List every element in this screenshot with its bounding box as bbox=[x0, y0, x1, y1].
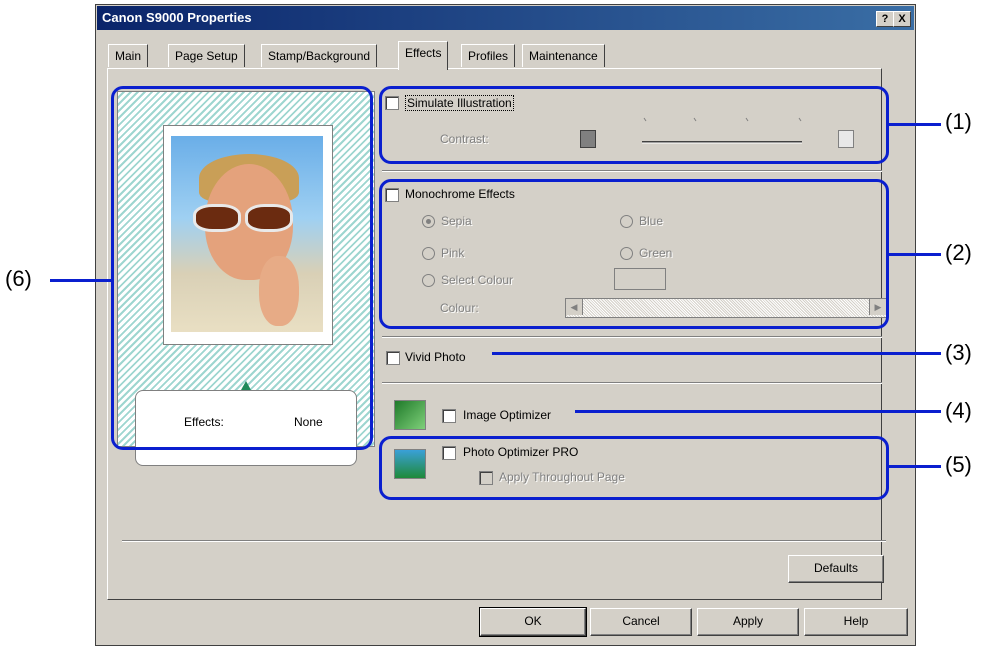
callout-box-1 bbox=[379, 86, 889, 164]
callout-line-4 bbox=[575, 410, 941, 413]
image-optimizer-label[interactable]: Image Optimizer bbox=[463, 408, 551, 422]
callout-label-3: (3) bbox=[945, 340, 972, 365]
ok-button[interactable]: OK bbox=[479, 607, 587, 637]
tab-stamp-background[interactable]: Stamp/Background bbox=[261, 44, 378, 67]
callout-label-4: (4) bbox=[945, 398, 972, 423]
separator-1 bbox=[382, 170, 882, 172]
help-icon[interactable]: ? bbox=[876, 11, 894, 27]
callout-line-1 bbox=[889, 123, 941, 126]
window-title: Canon S9000 Properties bbox=[102, 10, 252, 25]
tab-profiles[interactable]: Profiles bbox=[461, 44, 516, 67]
close-icon[interactable]: X bbox=[893, 11, 911, 27]
callout-line-5 bbox=[889, 465, 941, 468]
separator-3 bbox=[382, 382, 882, 384]
vivid-photo-checkbox[interactable] bbox=[386, 351, 400, 365]
defaults-button[interactable]: Defaults bbox=[788, 555, 884, 583]
callout-label-2: (2) bbox=[945, 240, 972, 265]
help-button[interactable]: Help bbox=[804, 608, 908, 636]
callout-line-6 bbox=[50, 279, 112, 282]
image-optimizer-checkbox[interactable] bbox=[442, 409, 456, 423]
separator-bottom bbox=[122, 540, 886, 542]
apply-button[interactable]: Apply bbox=[697, 608, 799, 636]
tab-main[interactable]: Main bbox=[108, 44, 149, 67]
callout-box-5 bbox=[379, 436, 889, 500]
vivid-photo-label[interactable]: Vivid Photo bbox=[405, 350, 466, 364]
tab-effects[interactable]: Effects bbox=[398, 41, 449, 70]
callout-line-3 bbox=[492, 352, 941, 355]
callout-label-5: (5) bbox=[945, 452, 972, 477]
tab-maintenance[interactable]: Maintenance bbox=[522, 44, 605, 67]
callout-label-6: (6) bbox=[5, 266, 32, 291]
title-bar[interactable]: Canon S9000 Properties ? X bbox=[97, 6, 914, 30]
callout-line-2 bbox=[889, 253, 941, 256]
callout-box-2 bbox=[379, 179, 889, 329]
callout-box-6 bbox=[111, 86, 373, 450]
image-optimizer-icon bbox=[394, 400, 426, 430]
callout-label-1: (1) bbox=[945, 109, 972, 134]
separator-2 bbox=[382, 336, 882, 338]
cancel-button[interactable]: Cancel bbox=[590, 608, 692, 636]
tab-page-setup[interactable]: Page Setup bbox=[168, 44, 245, 67]
